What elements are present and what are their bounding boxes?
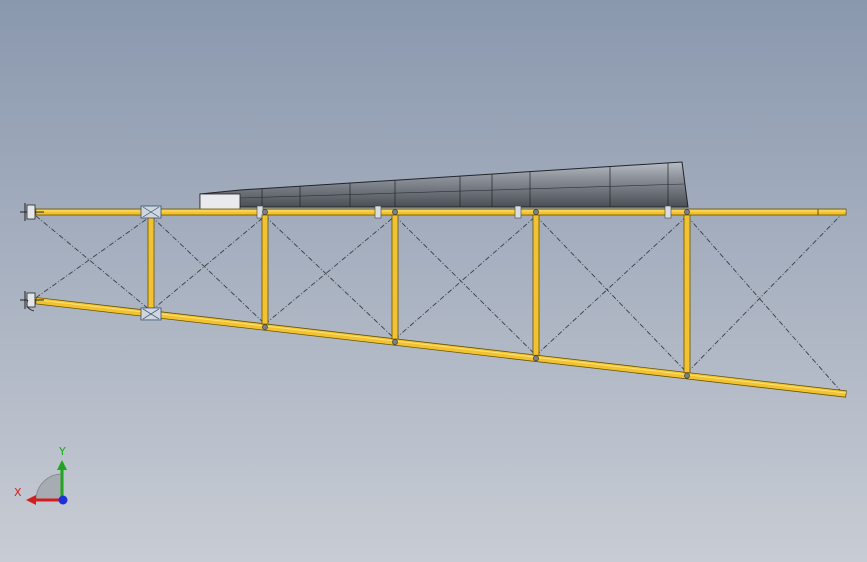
y-axis-head [57,460,67,470]
x-axis-head [26,495,36,505]
y-axis-label: Y [58,445,66,458]
z-axis-dot [58,495,68,505]
coordinate-triad: Y X [14,445,68,505]
graphics-viewport[interactable]: Y X [0,0,867,562]
triad-quadrant [35,473,63,501]
x-axis-label: X [14,486,22,499]
